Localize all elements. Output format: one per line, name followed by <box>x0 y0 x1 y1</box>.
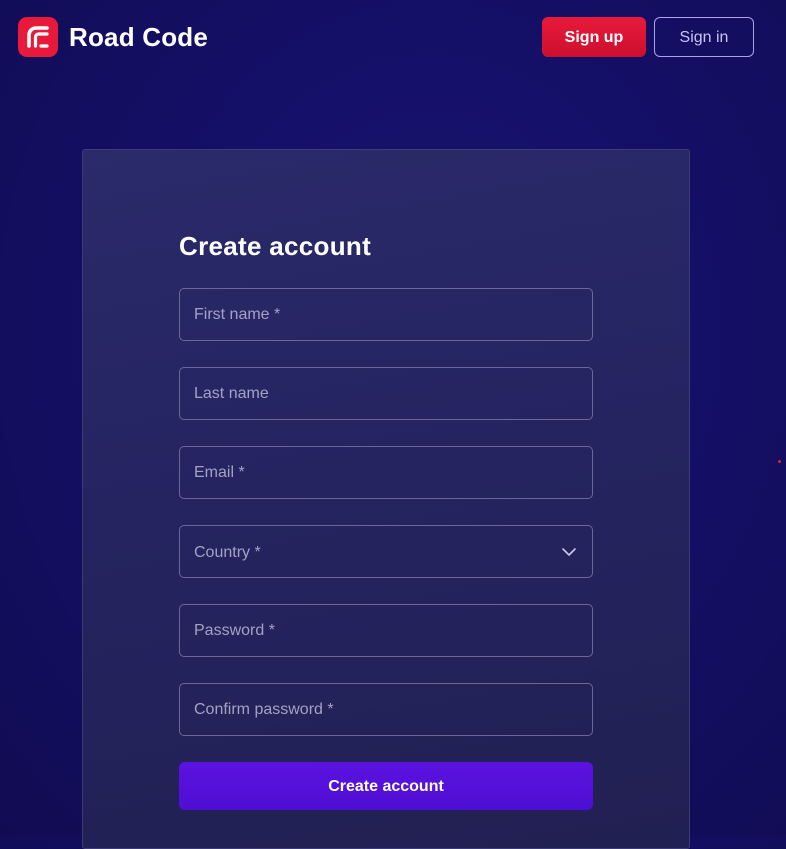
first-name-field-wrapper <box>179 288 593 341</box>
password-input[interactable] <box>180 605 592 656</box>
last-name-field-wrapper <box>179 367 593 420</box>
country-select[interactable]: Country * <box>179 525 593 578</box>
country-select-label: Country * <box>194 544 261 561</box>
create-account-button[interactable]: Create account <box>179 762 593 810</box>
create-account-card: Create account Country * Create account <box>82 149 690 849</box>
decorative-dot <box>778 460 781 463</box>
password-field-wrapper <box>179 604 593 657</box>
chevron-down-icon <box>562 548 576 556</box>
confirm-password-field-wrapper <box>179 683 593 736</box>
road-code-logo-icon[interactable] <box>18 17 58 57</box>
first-name-input[interactable] <box>180 289 592 340</box>
brand-name[interactable]: Road Code <box>69 21 208 53</box>
top-navbar: Road Code Sign up Sign in <box>0 0 786 74</box>
sign-in-button[interactable]: Sign in <box>654 17 754 57</box>
last-name-input[interactable] <box>180 368 592 419</box>
page-title: Create account <box>179 231 372 261</box>
email-field-wrapper <box>179 446 593 499</box>
sign-up-button[interactable]: Sign up <box>542 17 646 57</box>
confirm-password-input[interactable] <box>180 684 592 735</box>
email-input[interactable] <box>180 447 592 498</box>
